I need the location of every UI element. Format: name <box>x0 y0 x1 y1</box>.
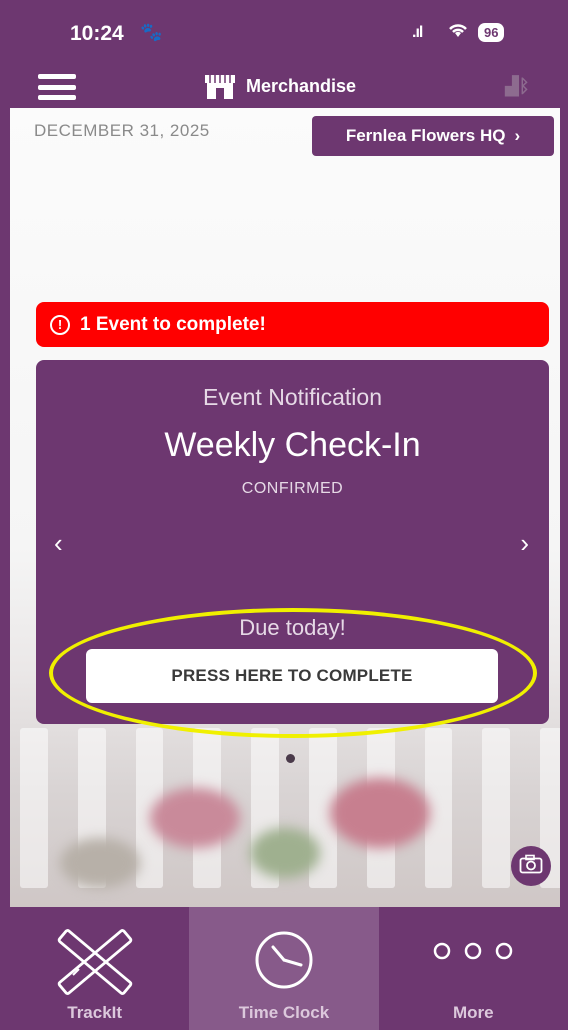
chevron-right-icon: › <box>514 126 521 145</box>
info-icon: ! <box>50 314 70 335</box>
tab-time-clock[interactable]: Time Clock <box>189 907 379 1030</box>
due-text: Due today! <box>239 615 346 640</box>
top-nav-bar: Merchandise ▟ᛒ <box>0 60 568 108</box>
page-indicator-dot <box>286 754 295 763</box>
page-title: Merchandise <box>246 75 357 96</box>
nav-title-group: Merchandise <box>204 74 357 99</box>
app-screen: 10:24 🐾 .ıl 96 Merchandise ▟ᛒ DECEMBER 3… <box>0 0 568 1030</box>
event-status: CONFIRMED <box>241 480 344 497</box>
tab-more[interactable]: More <box>379 907 568 1030</box>
signal-icon: .ıl <box>412 24 423 41</box>
wifi-icon <box>447 21 469 45</box>
bottom-tab-bar: TrackIt Time Clock More <box>0 907 568 1030</box>
battery-indicator: 96 <box>478 23 505 42</box>
tab-label: TrackIt <box>67 1003 123 1022</box>
store-icon <box>204 74 236 99</box>
location-label: Fernlea Flowers HQ <box>345 126 506 145</box>
status-time: 10:24 <box>70 22 124 45</box>
clock-icon <box>253 929 315 996</box>
alert-text: 1 Event to complete! <box>80 313 266 335</box>
tab-label: More <box>453 1003 494 1022</box>
complete-event-button[interactable]: PRESS HERE TO COMPLETE <box>86 649 498 703</box>
bluetooth-printer-icon[interactable]: ▟ᛒ <box>505 76 530 97</box>
more-dots-icon <box>428 941 518 966</box>
device-frame-right <box>560 0 568 1030</box>
events-alert-banner[interactable]: ! 1 Event to complete! <box>36 302 549 347</box>
menu-icon[interactable] <box>38 74 76 100</box>
tab-trackit[interactable]: TrackIt <box>0 907 189 1030</box>
ruler-pencil-icon <box>57 925 133 1002</box>
camera-icon <box>519 854 543 879</box>
tab-label: Time Clock <box>238 1003 330 1022</box>
paw-icon: 🐾 <box>140 22 163 42</box>
camera-button[interactable] <box>511 846 551 886</box>
status-bar: 10:24 🐾 .ıl 96 <box>0 0 568 60</box>
event-card-title: Weekly Check-In <box>164 426 421 464</box>
chevron-left-icon[interactable]: ‹ <box>54 528 63 559</box>
chevron-right-icon[interactable]: › <box>520 528 529 559</box>
event-card-subtitle: Event Notification <box>203 384 382 410</box>
current-date: DECEMBER 31, 2025 <box>34 121 210 140</box>
location-button[interactable]: Fernlea Flowers HQ › <box>312 116 554 156</box>
device-frame-left <box>0 0 10 1030</box>
event-card: Event Notification Weekly Check-In CONFI… <box>36 360 549 724</box>
